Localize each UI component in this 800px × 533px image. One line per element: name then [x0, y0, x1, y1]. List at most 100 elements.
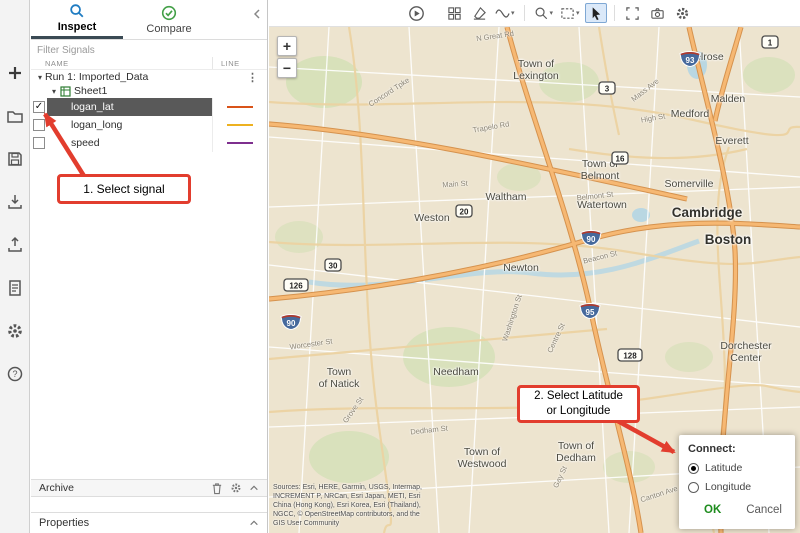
- play-circle-icon: [408, 5, 425, 22]
- eraser-icon: [472, 6, 487, 21]
- inspect-magnifier-icon: [69, 3, 85, 19]
- zoom-in-button[interactable]: +: [277, 36, 297, 56]
- signal-browser-panel: Inspect Compare NAME LINE ▾ Run 1: Impor…: [31, 0, 268, 533]
- expand-arrow-icon[interactable]: ▾: [35, 73, 45, 82]
- expand-arrow-icon[interactable]: ▾: [49, 87, 59, 96]
- line-column-cell: [212, 116, 267, 134]
- fullscreen-button[interactable]: [622, 3, 644, 23]
- archive-icons: [211, 482, 267, 495]
- wave-icon: [495, 6, 510, 21]
- help-button[interactable]: ?: [1, 359, 29, 389]
- column-name: NAME: [31, 59, 212, 68]
- tab-inspect[interactable]: Inspect: [31, 0, 123, 39]
- map-toolbar: ▾ ▾ ▾: [269, 0, 800, 27]
- toolbar-separator: [614, 5, 615, 21]
- signal-table-header: NAME LINE: [31, 57, 267, 70]
- chevron-down-icon: ▾: [550, 9, 554, 17]
- sheet-row[interactable]: ▾ Sheet1: [31, 84, 267, 98]
- plus-icon: [6, 64, 24, 82]
- signal-line-swatch: [227, 106, 253, 108]
- longitude-radio[interactable]: [688, 482, 699, 493]
- gear-icon: [675, 6, 690, 21]
- zoom-menu-button[interactable]: ▾: [532, 3, 556, 23]
- signal-checkbox[interactable]: [33, 137, 45, 149]
- sheet-label: Sheet1: [74, 85, 107, 97]
- ok-button[interactable]: OK: [704, 504, 721, 516]
- question-icon: ?: [6, 365, 24, 383]
- properties-icons: [249, 518, 267, 528]
- report-button[interactable]: [1, 273, 29, 303]
- chevron-up-icon[interactable]: [249, 483, 259, 493]
- trash-icon[interactable]: [211, 482, 223, 495]
- signal-checkbox[interactable]: [33, 119, 45, 131]
- add-button[interactable]: [1, 58, 29, 88]
- filter-row: [31, 40, 267, 57]
- chevron-up-icon[interactable]: [249, 518, 259, 528]
- magnifier-icon: [534, 6, 549, 21]
- archive-bar[interactable]: Archive: [31, 479, 267, 497]
- signal-tree: ▾ Run 1: Imported_Data ⋮ ▾ Sheet1 ✓ loga…: [31, 70, 267, 152]
- gear-icon: [6, 322, 24, 340]
- layout-button[interactable]: [443, 3, 465, 23]
- signals-menu-button[interactable]: ▾: [493, 3, 517, 23]
- properties-bar[interactable]: Properties: [31, 512, 267, 533]
- run-row[interactable]: ▾ Run 1: Imported_Data ⋮: [31, 70, 267, 84]
- zoom-out-button[interactable]: −: [277, 58, 297, 78]
- settings-button[interactable]: [672, 3, 694, 23]
- map-area: ▾ ▾ ▾: [269, 0, 800, 533]
- signal-checkbox[interactable]: ✓: [33, 101, 45, 113]
- chevron-down-icon: ▾: [511, 9, 515, 17]
- run-button[interactable]: [405, 3, 427, 23]
- save-icon: [6, 150, 24, 168]
- map-attribution: Sources: Esri, HERE, Garmin, USGS, Inter…: [273, 483, 425, 528]
- latitude-radio-label: Latitude: [705, 462, 742, 474]
- longitude-radio-row[interactable]: Longitude: [688, 481, 786, 493]
- signal-line-swatch: [227, 142, 253, 144]
- document-icon: [6, 279, 24, 297]
- latitude-radio[interactable]: [688, 463, 699, 474]
- properties-label: Properties: [31, 517, 89, 529]
- column-line: LINE: [212, 57, 267, 69]
- open-folder-button[interactable]: [1, 101, 29, 131]
- import-icon: [6, 193, 24, 211]
- fit-view-icon: [560, 6, 575, 21]
- fit-to-view-button[interactable]: ▾: [558, 3, 582, 23]
- left-toolbar: ?: [0, 0, 30, 533]
- gear-icon[interactable]: [230, 482, 242, 494]
- export-button[interactable]: [1, 230, 29, 260]
- preferences-button[interactable]: [1, 316, 29, 346]
- callout-select-lat-long: 2. Select Latitude or Longitude: [517, 385, 640, 423]
- signal-row-logan-lat[interactable]: ✓ logan_lat: [31, 98, 267, 116]
- signal-row-speed[interactable]: speed: [31, 134, 267, 152]
- svg-text:?: ?: [12, 369, 17, 379]
- callout-select-signal: 1. Select signal: [57, 174, 191, 204]
- save-button[interactable]: [1, 144, 29, 174]
- chevron-left-icon: [252, 8, 262, 20]
- run-label: Run 1: Imported_Data: [45, 71, 148, 83]
- signal-name: speed: [47, 134, 212, 152]
- toolbar-separator: [524, 5, 525, 21]
- import-button[interactable]: [1, 187, 29, 217]
- pointer-button[interactable]: [585, 3, 607, 23]
- longitude-radio-label: Longitude: [705, 481, 751, 493]
- signal-row-logan-long[interactable]: logan_long: [31, 116, 267, 134]
- signal-line-swatch: [227, 124, 253, 126]
- snapshot-button[interactable]: [647, 3, 669, 23]
- camera-icon: [650, 6, 665, 21]
- spreadsheet-icon: [60, 86, 71, 97]
- tab-compare-label: Compare: [146, 23, 191, 35]
- signal-name: logan_lat: [47, 98, 212, 116]
- tab-inspect-label: Inspect: [58, 21, 97, 33]
- latitude-radio-row[interactable]: Latitude: [688, 462, 786, 474]
- connect-title: Connect:: [688, 443, 786, 455]
- connect-buttons: OK Cancel: [688, 504, 786, 516]
- collapse-panel-button[interactable]: [247, 0, 267, 39]
- tab-compare[interactable]: Compare: [123, 0, 215, 39]
- archive-label: Archive: [31, 482, 74, 494]
- connect-dialog: Connect: Latitude Longitude OK Cancel: [679, 435, 795, 529]
- cancel-button[interactable]: Cancel: [746, 504, 782, 516]
- clear-button[interactable]: [468, 3, 490, 23]
- grid-layout-icon: [447, 6, 462, 21]
- folder-icon: [6, 107, 24, 125]
- kebab-menu-icon[interactable]: ⋮: [247, 71, 258, 84]
